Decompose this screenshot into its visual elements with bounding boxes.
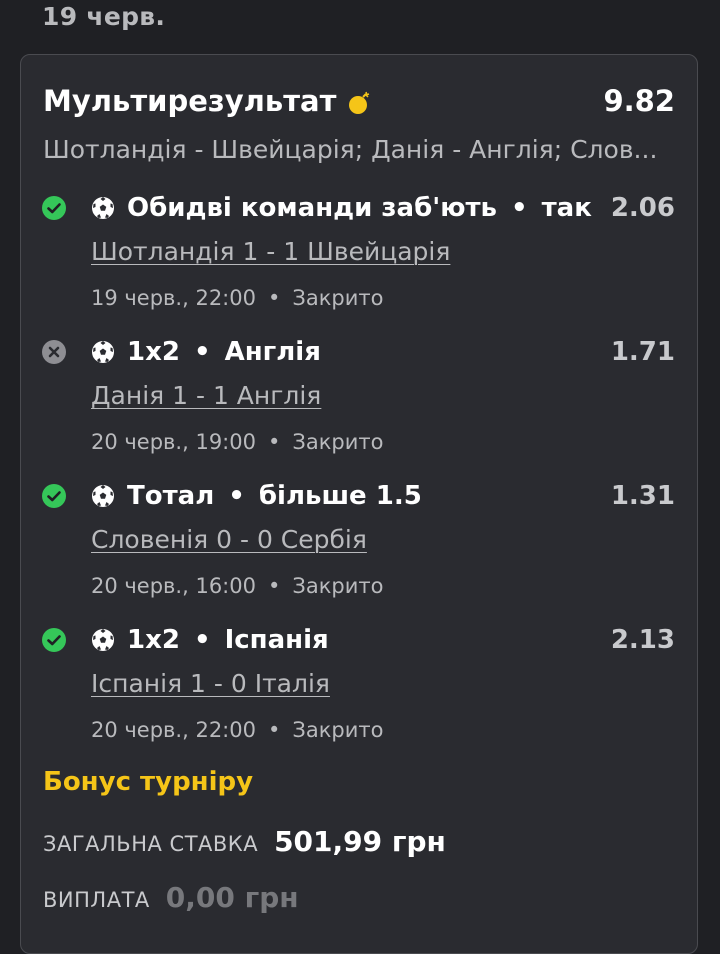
check-circle-icon [42, 484, 66, 508]
match-state: Закрито [292, 718, 384, 742]
bet-card[interactable]: Мультирезультат 9.82 Шотландія - Швейцар… [20, 54, 698, 954]
check-circle-icon [42, 628, 66, 652]
total-odds: 9.82 [603, 84, 675, 118]
selection-pick: більше 1.5 [258, 481, 422, 511]
match-state: Закрито [292, 574, 384, 598]
bet-type-title: Мультирезультат [43, 84, 337, 118]
match-datetime: 20 черв., 16:00 [91, 574, 256, 598]
match-link[interactable]: Данія 1 - 1 Англія [91, 381, 321, 410]
date-header: 19 черв. [42, 2, 166, 31]
selection-item: Тотал • більше 1.5 1.31 Словенія 0 - 0 С… [41, 479, 675, 619]
match-datetime: 19 черв., 22:00 [91, 286, 256, 310]
selection-market: 1x2 [127, 337, 180, 367]
payout: ВИПЛАТА 0,00 грн [43, 881, 299, 914]
soccer-ball-icon [92, 629, 114, 651]
selection-item: Обидві команди заб'ють • так 2.06 Шотлан… [41, 191, 675, 331]
matches-summary: Шотландія - Швейцарія; Данія - Англія; С… [43, 135, 658, 164]
soccer-ball-icon [92, 485, 114, 507]
selection-meta: 20 черв., 19:00 • Закрито [91, 430, 384, 454]
selection-item: 1x2 • Англія 1.71 Данія 1 - 1 Англія 20 … [41, 335, 675, 475]
payout-value: 0,00 грн [165, 881, 299, 914]
check-circle-icon [42, 196, 66, 220]
selection-odds: 1.71 [610, 337, 675, 367]
match-state: Закрито [292, 430, 384, 454]
total-stake-label: ЗАГАЛЬНА СТАВКА [43, 832, 259, 856]
selection-market: 1x2 [127, 625, 180, 655]
soccer-ball-icon [92, 341, 114, 363]
total-stake-value: 501,99 грн [274, 825, 446, 858]
selection-meta: 20 черв., 16:00 • Закрито [91, 574, 384, 598]
selection-pick: Іспанія [224, 625, 329, 655]
selection-meta: 20 черв., 22:00 • Закрито [91, 718, 384, 742]
selection-item: 1x2 • Іспанія 2.13 Іспанія 1 - 0 Італія … [41, 623, 675, 763]
match-link[interactable]: Словенія 0 - 0 Сербія [91, 525, 367, 554]
bomb-icon [349, 91, 370, 114]
tournament-bonus-link[interactable]: Бонус турніру [43, 767, 253, 797]
match-state: Закрито [292, 286, 384, 310]
x-circle-icon [42, 340, 66, 364]
bet-title-row: Мультирезультат 9.82 [43, 79, 675, 123]
selection-meta: 19 черв., 22:00 • Закрито [91, 286, 384, 310]
selection-odds: 1.31 [610, 481, 675, 511]
match-datetime: 20 черв., 22:00 [91, 718, 256, 742]
selection-market: Тотал [127, 481, 215, 511]
selection-pick: Англія [224, 337, 321, 367]
match-datetime: 20 черв., 19:00 [91, 430, 256, 454]
payout-label: ВИПЛАТА [43, 888, 150, 912]
selection-odds: 2.06 [610, 193, 675, 223]
match-link[interactable]: Шотландія 1 - 1 Швейцарія [91, 237, 450, 266]
selection-market: Обидві команди заб'ють [127, 193, 497, 223]
selection-pick: так [541, 193, 592, 223]
match-link[interactable]: Іспанія 1 - 0 Італія [91, 669, 330, 698]
total-stake: ЗАГАЛЬНА СТАВКА 501,99 грн [43, 825, 446, 858]
selection-odds: 2.13 [610, 625, 675, 655]
soccer-ball-icon [92, 197, 114, 219]
